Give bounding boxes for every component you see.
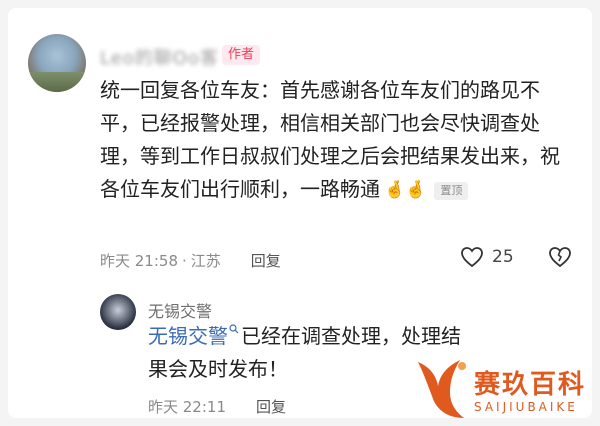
reply-time: 昨天 22:11 xyxy=(148,398,226,416)
comment-card: Leo的聊Oo客 作者 统一回复各位车友：首先感谢各位车友们的路见不平，已经报警… xyxy=(8,8,592,418)
like-button[interactable]: 25 xyxy=(460,246,514,268)
comment-text: 统一回复各位车友：首先感谢各位车友们的路见不平，已经报警处理，相信相关部门也会尽… xyxy=(100,74,570,207)
reply-username[interactable]: 无锡交警 xyxy=(148,298,212,322)
comment-meta: 昨天 21:58 · 江苏 回复 xyxy=(100,250,281,271)
reply-button[interactable]: 回复 xyxy=(251,250,281,271)
like-count: 25 xyxy=(492,247,514,267)
comment-location: 江苏 xyxy=(190,252,221,270)
reply-avatar[interactable] xyxy=(100,294,136,330)
avatar[interactable] xyxy=(28,34,86,92)
watermark-subtext: SAIJIUBAIKE xyxy=(474,400,578,414)
comment-time: 昨天 21:58 xyxy=(100,252,178,270)
pinned-badge: 置顶 xyxy=(434,181,469,200)
heart-icon xyxy=(461,247,483,268)
author-badge: 作者 xyxy=(222,45,261,65)
watermark-text: 赛玖百科 xyxy=(474,370,587,400)
search-icon xyxy=(229,324,239,334)
comment-body: 统一回复各位车友：首先感谢各位车友们的路见不平，已经报警处理，相信相关部门也会尽… xyxy=(100,78,560,201)
watermark: 赛玖百科 SAIJIUBAIKE xyxy=(414,356,592,418)
crossed-fingers-emoji: 🤞🤞 xyxy=(384,180,427,200)
comment-username[interactable]: Leo的聊Oo客 xyxy=(100,44,219,70)
separator-dot: · xyxy=(182,251,187,270)
fish-tail-logo-icon xyxy=(418,360,466,418)
mention-link[interactable]: 无锡交警 xyxy=(148,324,228,348)
broken-heart-icon[interactable] xyxy=(548,246,572,268)
reply-meta: 昨天 22:11 回复 xyxy=(148,396,286,417)
reply-reply-button[interactable]: 回复 xyxy=(256,396,286,417)
